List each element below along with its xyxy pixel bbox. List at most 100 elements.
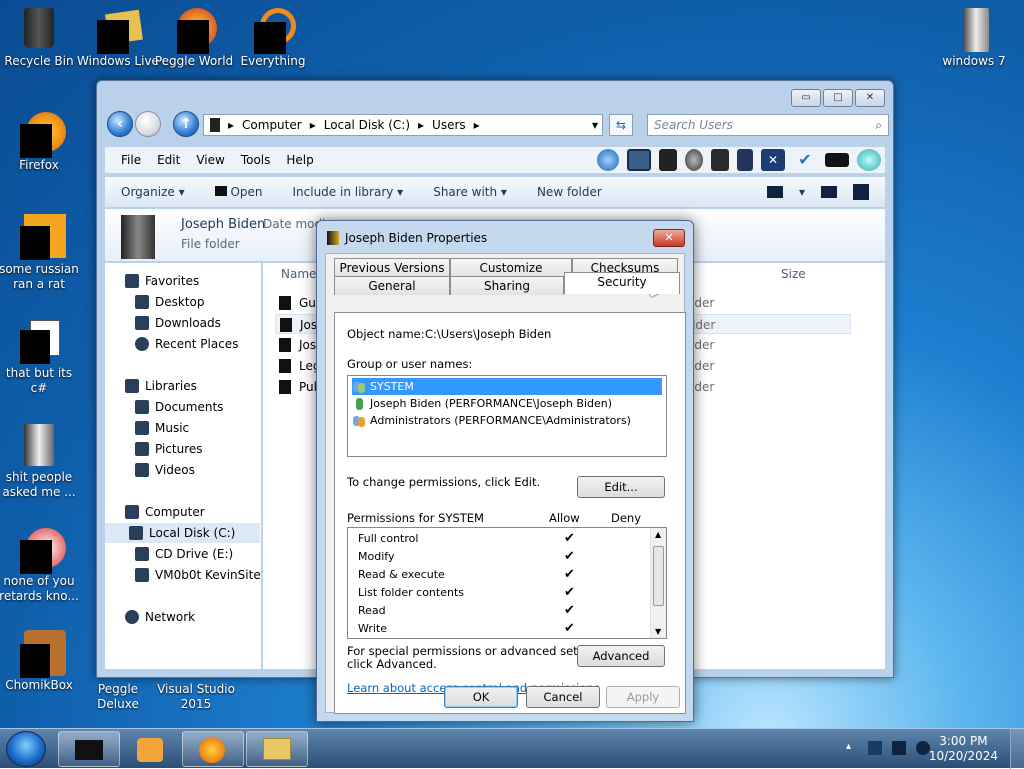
desktop-icon-windows7-folder[interactable]: windows 7	[932, 6, 1016, 69]
nav-documents[interactable]: Documents	[135, 397, 223, 417]
toolbar-up-icon[interactable]	[597, 149, 619, 171]
desktop-icon-russian-rat[interactable]: some russian ran a rat	[0, 214, 81, 292]
tray-network-icon[interactable]	[868, 741, 882, 755]
nav-network[interactable]: Network	[125, 607, 195, 627]
user-row-administrators[interactable]: Administrators (PERFORMANCE\Administrato…	[352, 412, 662, 429]
desktop-icon-visual-studio[interactable]: Visual Studio 2015	[154, 682, 238, 712]
toolbar-globe-icon[interactable]	[857, 149, 881, 171]
taskbar-folder-window[interactable]	[246, 731, 308, 767]
nav-cd-drive[interactable]: CD Drive (E:)	[135, 544, 233, 564]
breadcrumb-item[interactable]: Computer	[242, 118, 302, 132]
breadcrumb-item[interactable]: Local Disk (C:)	[324, 118, 410, 132]
organize-button[interactable]: Organize ▾	[121, 185, 185, 199]
toolbar-document-icon[interactable]	[737, 149, 753, 171]
search-icon[interactable]: ⌕	[875, 115, 882, 135]
menu-view[interactable]: View	[196, 153, 224, 167]
nav-recent[interactable]: Recent Places	[135, 334, 238, 354]
apply-button[interactable]: Apply	[606, 686, 680, 708]
include-library-button[interactable]: Include in library ▾	[293, 185, 404, 199]
user-row-system[interactable]: SYSTEM	[352, 378, 662, 395]
up-button[interactable]: ↑	[173, 111, 199, 137]
column-size[interactable]: Size	[781, 267, 806, 281]
nav-music[interactable]: Music	[135, 418, 189, 438]
close-button[interactable]: ✕	[855, 89, 885, 107]
refresh-button[interactable]: ⇆	[609, 114, 633, 136]
tab-general[interactable]: General	[334, 276, 450, 295]
desktop-icon-recycle-bin[interactable]: Recycle Bin	[0, 6, 81, 69]
view-icon[interactable]	[766, 186, 783, 198]
menu-edit[interactable]: Edit	[157, 153, 180, 167]
preview-pane-icon[interactable]	[821, 186, 837, 198]
tab-sharing[interactable]: Sharing	[450, 276, 564, 295]
desktop-icon-peggle-wow[interactable]: Peggle World of Warcraft	[152, 6, 236, 69]
back-button[interactable]: ‹	[107, 111, 133, 137]
breadcrumb-item[interactable]: Users	[432, 118, 466, 132]
nav-videos[interactable]: Videos	[135, 460, 195, 480]
show-desktop-button[interactable]	[1010, 729, 1024, 769]
view-options-icons[interactable]: ▾	[766, 184, 869, 200]
user-row-joseph-biden[interactable]: Joseph Biden (PERFORMANCE\Joseph Biden)	[352, 395, 662, 412]
toolbar-copy-icon[interactable]	[711, 149, 729, 171]
nav-pictures[interactable]: Pictures	[135, 439, 203, 459]
tab-security[interactable]: Security	[564, 272, 680, 294]
share-with-button[interactable]: Share with ▾	[433, 185, 507, 199]
desktop-icon-windows-live-mail[interactable]: Windows Live Mail	[76, 6, 160, 69]
tab-customize[interactable]: Customize	[450, 258, 572, 277]
tray-monitor-icon[interactable]	[892, 741, 906, 755]
nav-computer[interactable]: Computer	[125, 502, 205, 522]
tab-previous-versions[interactable]: Previous Versions	[334, 258, 450, 277]
toolbar-check-icon[interactable]: ✔	[793, 149, 817, 171]
new-folder-button[interactable]: New folder	[537, 185, 602, 199]
menu-file[interactable]: File	[121, 153, 141, 167]
close-button[interactable]: ✕	[653, 229, 685, 247]
menu-tools[interactable]: Tools	[241, 153, 271, 167]
desktop-icon-everything[interactable]: Everything	[231, 6, 315, 69]
help-icon[interactable]	[853, 184, 869, 200]
desktop-icon-csharp[interactable]: that but its c#	[0, 318, 81, 396]
document-stack-icon	[16, 318, 62, 364]
cancel-button[interactable]: Cancel	[526, 686, 600, 708]
scrollbar-thumb[interactable]	[653, 546, 664, 606]
dropdown-arrow-icon[interactable]: ▾	[592, 118, 598, 132]
nav-vm-share[interactable]: VM0b0t KevinSite	[135, 565, 261, 585]
toolbar-folder-icon[interactable]	[659, 149, 677, 171]
desktop-icon-peggle-deluxe[interactable]: Peggle Deluxe	[76, 682, 160, 712]
chevron-down-icon[interactable]: ▾	[799, 185, 805, 199]
toolbar-delete-icon[interactable]: ✕	[761, 149, 785, 171]
nav-favorites[interactable]: Favorites	[125, 271, 199, 291]
desktop-icon-firefox[interactable]: Firefox	[0, 110, 81, 173]
folder-icon	[16, 422, 62, 468]
address-bar[interactable]: ▸ Computer ▸ Local Disk (C:) ▸ Users ▸ ▾	[203, 114, 603, 136]
desktop-icon-chomikbox[interactable]: ChomikBox	[0, 630, 81, 693]
nav-downloads[interactable]: Downloads	[135, 313, 221, 333]
forward-button[interactable]	[135, 111, 161, 137]
chevron-right-icon: ▸	[473, 118, 480, 132]
toolbar-window-icon[interactable]	[627, 149, 651, 171]
minimize-button[interactable]: ▭	[791, 89, 821, 107]
clock[interactable]: 3:00 PM 10/20/2024	[929, 734, 998, 764]
nav-desktop[interactable]: Desktop	[135, 292, 205, 312]
search-input[interactable]: Search Users ⌕	[647, 114, 889, 136]
column-name[interactable]: Name	[281, 267, 316, 281]
taskbar-explorer[interactable]	[58, 731, 120, 767]
permissions-scrollbar[interactable]: ▲ ▼	[650, 528, 666, 638]
ok-button[interactable]: OK	[444, 686, 518, 708]
open-button[interactable]: Open	[214, 185, 263, 199]
desktop-icon-label: Everything	[240, 54, 306, 68]
desktop-icon-people-asked[interactable]: shit people asked me ...	[0, 422, 81, 500]
toolbar-drive-icon[interactable]	[825, 153, 849, 167]
scroll-up-icon[interactable]: ▲	[655, 530, 661, 539]
desktop-icon-none-of-you[interactable]: none of you retards kno...	[0, 526, 81, 604]
menu-help[interactable]: Help	[286, 153, 313, 167]
taskbar-firefox[interactable]	[182, 731, 244, 767]
edit-button[interactable]: Edit...	[577, 476, 665, 498]
scroll-down-icon[interactable]: ▼	[655, 627, 661, 636]
advanced-button[interactable]: Advanced	[577, 645, 665, 667]
maximize-button[interactable]: □	[823, 89, 853, 107]
toolbar-settings-icon[interactable]	[685, 149, 703, 171]
start-button[interactable]	[6, 731, 46, 767]
tray-expand-icon[interactable]: ▴	[846, 741, 860, 755]
taskbar-media-player[interactable]	[118, 731, 180, 767]
nav-libraries[interactable]: Libraries	[125, 376, 197, 396]
nav-local-disk[interactable]: Local Disk (C:)	[105, 523, 260, 543]
